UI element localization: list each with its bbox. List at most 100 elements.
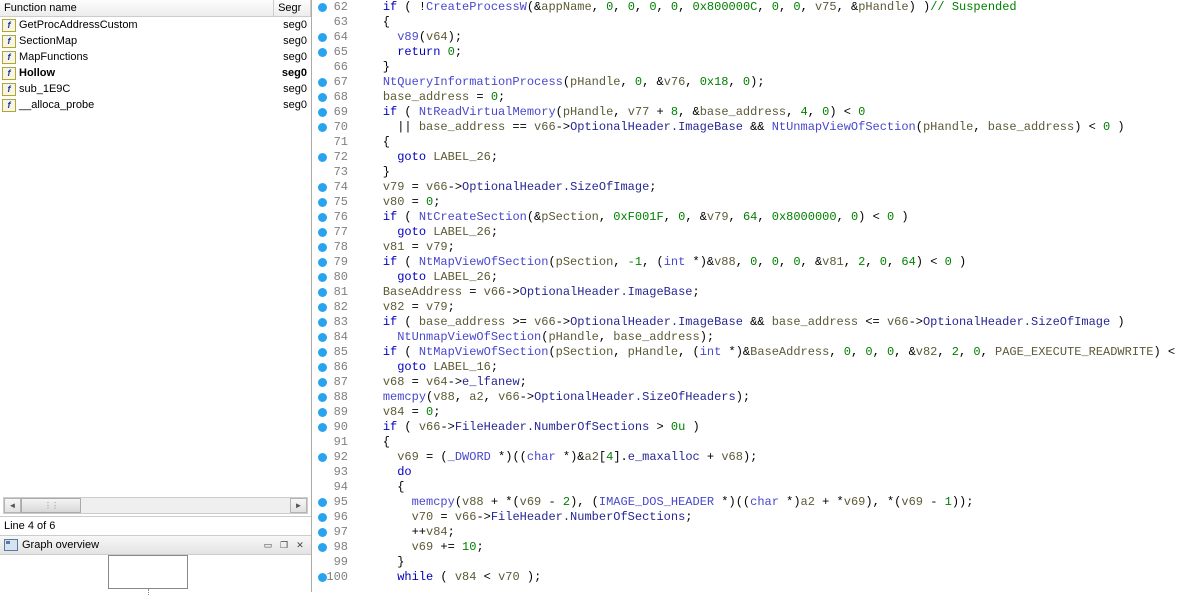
decompiler-view[interactable]: 62 if ( !CreateProcessW(&appName, 0, 0, … (312, 0, 1180, 592)
code-line-81[interactable]: 81 BaseAddress = v66->OptionalHeader.Ima… (312, 285, 1180, 300)
code-text[interactable]: NtQueryInformationProcess(pHandle, 0, &v… (354, 75, 1180, 90)
breakpoint-icon[interactable] (318, 108, 327, 117)
line-number[interactable]: 97 (312, 525, 354, 540)
line-number[interactable]: 66 (312, 60, 354, 75)
breakpoint-icon[interactable] (318, 228, 327, 237)
code-line-80[interactable]: 80 goto LABEL_26; (312, 270, 1180, 285)
code-line-73[interactable]: 73 } (312, 165, 1180, 180)
code-line-62[interactable]: 62 if ( !CreateProcessW(&appName, 0, 0, … (312, 0, 1180, 15)
breakpoint-icon[interactable] (318, 153, 327, 162)
code-text[interactable]: v70 = v66->FileHeader.NumberOfSections; (354, 510, 1180, 525)
code-line-78[interactable]: 78 v81 = v79; (312, 240, 1180, 255)
line-number[interactable]: 83 (312, 315, 354, 330)
code-line-99[interactable]: 99 } (312, 555, 1180, 570)
line-number[interactable]: 62 (312, 0, 354, 15)
horizontal-scrollbar[interactable]: ◄ ► (3, 497, 308, 514)
code-text[interactable]: } (354, 60, 1180, 75)
function-row-GetProcAddressCustom[interactable]: fGetProcAddressCustomseg0 (0, 17, 311, 33)
graph-overview-body[interactable] (0, 554, 311, 594)
code-line-100[interactable]: 100 while ( v84 < v70 ); (312, 570, 1180, 585)
code-line-91[interactable]: 91 { (312, 435, 1180, 450)
code-line-87[interactable]: 87 v68 = v64->e_lfanew; (312, 375, 1180, 390)
code-text[interactable]: goto LABEL_26; (354, 150, 1180, 165)
code-line-86[interactable]: 86 goto LABEL_16; (312, 360, 1180, 375)
breakpoint-icon[interactable] (318, 93, 327, 102)
breakpoint-icon[interactable] (318, 408, 327, 417)
line-number[interactable]: 100 (312, 570, 354, 585)
graph-node[interactable] (108, 555, 188, 589)
line-number[interactable]: 74 (312, 180, 354, 195)
close-button[interactable]: ✕ (293, 539, 307, 552)
code-text[interactable]: v69 += 10; (354, 540, 1180, 555)
breakpoint-icon[interactable] (318, 3, 327, 12)
code-text[interactable]: memcpy(v88, a2, v66->OptionalHeader.Size… (354, 390, 1180, 405)
code-line-69[interactable]: 69 if ( NtReadVirtualMemory(pHandle, v77… (312, 105, 1180, 120)
line-number[interactable]: 91 (312, 435, 354, 450)
code-text[interactable]: BaseAddress = v66->OptionalHeader.ImageB… (354, 285, 1180, 300)
code-text[interactable]: { (354, 435, 1180, 450)
breakpoint-icon[interactable] (318, 78, 327, 87)
code-text[interactable]: goto LABEL_26; (354, 225, 1180, 240)
line-number[interactable]: 88 (312, 390, 354, 405)
line-number[interactable]: 64 (312, 30, 354, 45)
graph-overview-titlebar[interactable]: Graph overview ▭ ❐ ✕ (0, 536, 311, 554)
breakpoint-icon[interactable] (318, 528, 327, 537)
breakpoint-icon[interactable] (318, 573, 327, 582)
scroll-right-arrow[interactable]: ► (290, 498, 307, 513)
code-line-82[interactable]: 82 v82 = v79; (312, 300, 1180, 315)
function-row-MapFunctions[interactable]: fMapFunctionsseg0 (0, 49, 311, 65)
code-line-89[interactable]: 89 v84 = 0; (312, 405, 1180, 420)
line-number[interactable]: 75 (312, 195, 354, 210)
code-line-88[interactable]: 88 memcpy(v88, a2, v66->OptionalHeader.S… (312, 390, 1180, 405)
line-number[interactable]: 96 (312, 510, 354, 525)
scroll-track[interactable] (21, 498, 290, 513)
code-line-71[interactable]: 71 { (312, 135, 1180, 150)
code-line-98[interactable]: 98 v69 += 10; (312, 540, 1180, 555)
breakpoint-icon[interactable] (318, 33, 327, 42)
breakpoint-icon[interactable] (318, 213, 327, 222)
code-line-90[interactable]: 90 if ( v66->FileHeader.NumberOfSections… (312, 420, 1180, 435)
line-number[interactable]: 63 (312, 15, 354, 30)
breakpoint-icon[interactable] (318, 288, 327, 297)
breakpoint-icon[interactable] (318, 123, 327, 132)
line-number[interactable]: 86 (312, 360, 354, 375)
line-number[interactable]: 77 (312, 225, 354, 240)
code-text[interactable]: } (354, 165, 1180, 180)
code-text[interactable]: if ( !CreateProcessW(&appName, 0, 0, 0, … (354, 0, 1180, 15)
line-number[interactable]: 85 (312, 345, 354, 360)
code-text[interactable]: base_address = 0; (354, 90, 1180, 105)
code-text[interactable]: v84 = 0; (354, 405, 1180, 420)
function-row-SectionMap[interactable]: fSectionMapseg0 (0, 33, 311, 49)
code-text[interactable]: goto LABEL_16; (354, 360, 1180, 375)
code-text[interactable]: v89(v64); (354, 30, 1180, 45)
line-number[interactable]: 79 (312, 255, 354, 270)
breakpoint-icon[interactable] (318, 498, 327, 507)
code-line-74[interactable]: 74 v79 = v66->OptionalHeader.SizeOfImage… (312, 180, 1180, 195)
minimize-button[interactable]: ▭ (261, 539, 275, 552)
code-text[interactable]: return 0; (354, 45, 1180, 60)
code-line-64[interactable]: 64 v89(v64); (312, 30, 1180, 45)
code-line-67[interactable]: 67 NtQueryInformationProcess(pHandle, 0,… (312, 75, 1180, 90)
line-number[interactable]: 92 (312, 450, 354, 465)
breakpoint-icon[interactable] (318, 378, 327, 387)
breakpoint-icon[interactable] (318, 243, 327, 252)
line-number[interactable]: 69 (312, 105, 354, 120)
line-number[interactable]: 70 (312, 120, 354, 135)
line-number[interactable]: 72 (312, 150, 354, 165)
code-text[interactable]: { (354, 135, 1180, 150)
breakpoint-icon[interactable] (318, 393, 327, 402)
restore-button[interactable]: ❐ (277, 539, 291, 552)
code-line-85[interactable]: 85 if ( NtMapViewOfSection(pSection, pHa… (312, 345, 1180, 360)
code-text[interactable]: if ( v66->FileHeader.NumberOfSections > … (354, 420, 1180, 435)
code-text[interactable]: goto LABEL_26; (354, 270, 1180, 285)
breakpoint-icon[interactable] (318, 423, 327, 432)
code-line-65[interactable]: 65 return 0; (312, 45, 1180, 60)
code-line-76[interactable]: 76 if ( NtCreateSection(&pSection, 0xF00… (312, 210, 1180, 225)
code-text[interactable]: { (354, 15, 1180, 30)
line-number[interactable]: 98 (312, 540, 354, 555)
line-number[interactable]: 80 (312, 270, 354, 285)
function-row-sub_1E9C[interactable]: fsub_1E9Cseg0 (0, 81, 311, 97)
code-line-83[interactable]: 83 if ( base_address >= v66->OptionalHea… (312, 315, 1180, 330)
code-line-93[interactable]: 93 do (312, 465, 1180, 480)
line-number[interactable]: 94 (312, 480, 354, 495)
